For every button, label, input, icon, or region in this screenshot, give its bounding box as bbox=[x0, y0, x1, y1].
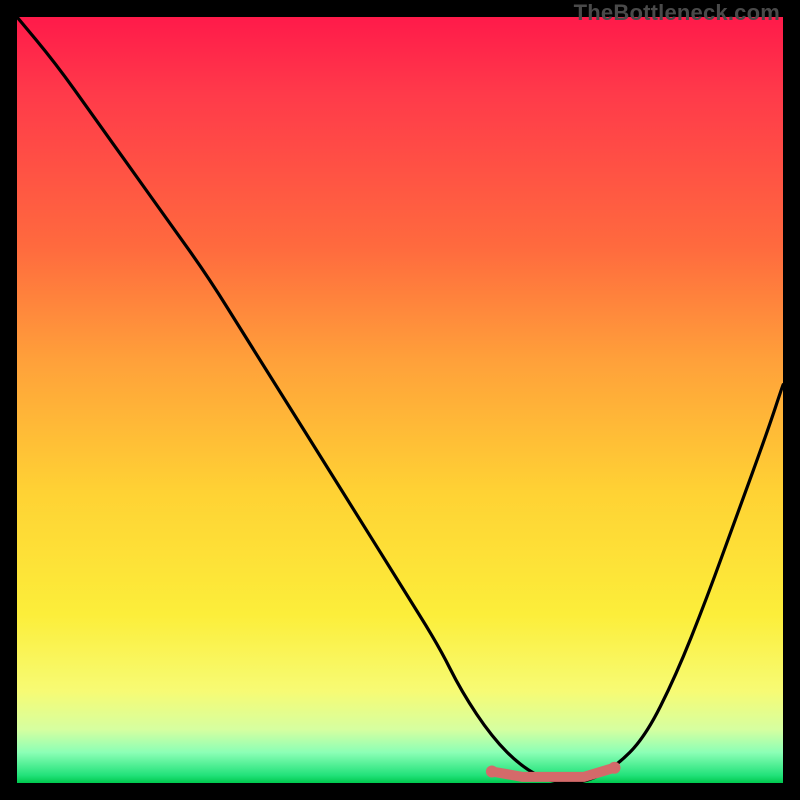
bottleneck-curve bbox=[17, 17, 783, 783]
marker-endpoint-left bbox=[486, 766, 498, 778]
curve-layer bbox=[17, 17, 783, 783]
watermark-text: TheBottleneck.com bbox=[574, 0, 780, 26]
optimal-range-marker bbox=[492, 768, 615, 777]
chart-frame: TheBottleneck.com bbox=[0, 0, 800, 800]
marker-endpoint-right bbox=[609, 762, 621, 774]
plot-area bbox=[17, 17, 783, 783]
